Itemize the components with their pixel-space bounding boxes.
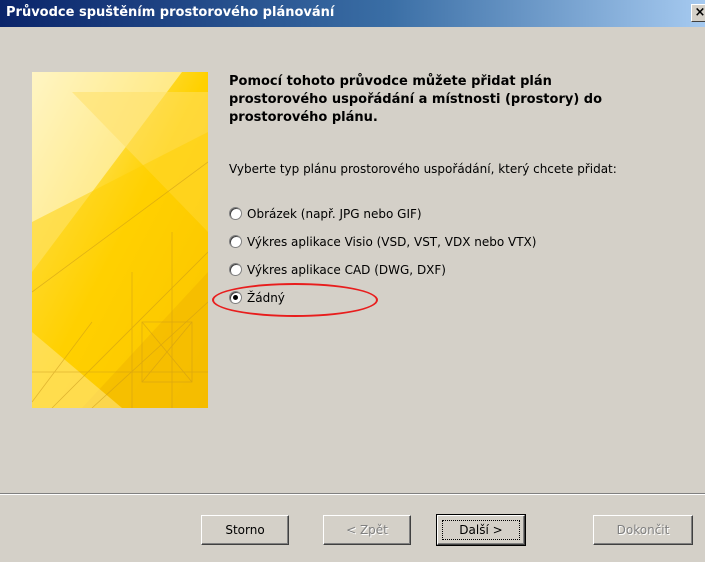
window-title: Průvodce spuštěním prostorového plánován… bbox=[6, 5, 335, 20]
plan-type-prompt: Vyberte typ plánu prostorového uspořádán… bbox=[229, 162, 617, 176]
intro-heading: Pomocí tohoto průvodce můžete přidat plá… bbox=[229, 74, 603, 125]
title-bar[interactable]: Průvodce spuštěním prostorového plánován… bbox=[0, 0, 705, 27]
radio-cad-drawing[interactable] bbox=[229, 263, 242, 276]
back-button-label: < Zpět bbox=[346, 523, 388, 537]
radio-visio-drawing[interactable] bbox=[229, 235, 242, 248]
finish-button-label: Dokončit bbox=[616, 523, 670, 537]
radio-image[interactable] bbox=[229, 207, 242, 220]
button-area-divider bbox=[0, 493, 705, 495]
option-cad-drawing[interactable]: Výkres aplikace CAD (DWG, DXF) bbox=[229, 261, 446, 279]
cancel-button[interactable]: Storno bbox=[201, 515, 289, 545]
option-image-label: Obrázek (např. JPG nebo GIF) bbox=[247, 207, 422, 221]
option-cad-drawing-label: Výkres aplikace CAD (DWG, DXF) bbox=[247, 263, 446, 277]
back-button[interactable]: < Zpět bbox=[323, 515, 411, 545]
cancel-button-label: Storno bbox=[225, 523, 265, 537]
option-image[interactable]: Obrázek (např. JPG nebo GIF) bbox=[229, 205, 422, 223]
next-button[interactable]: Další > bbox=[436, 514, 526, 546]
highlight-ellipse-annotation bbox=[212, 283, 378, 317]
close-icon: × bbox=[694, 5, 705, 20]
close-button[interactable]: × bbox=[691, 4, 705, 22]
finish-button[interactable]: Dokončit bbox=[593, 515, 693, 545]
wizard-window: Průvodce spuštěním prostorového plánován… bbox=[0, 0, 705, 562]
option-visio-drawing[interactable]: Výkres aplikace Visio (VSD, VST, VDX neb… bbox=[229, 233, 536, 251]
next-button-label: Další > bbox=[459, 523, 503, 537]
wizard-banner-image bbox=[32, 72, 208, 408]
option-visio-drawing-label: Výkres aplikace Visio (VSD, VST, VDX neb… bbox=[247, 235, 537, 249]
